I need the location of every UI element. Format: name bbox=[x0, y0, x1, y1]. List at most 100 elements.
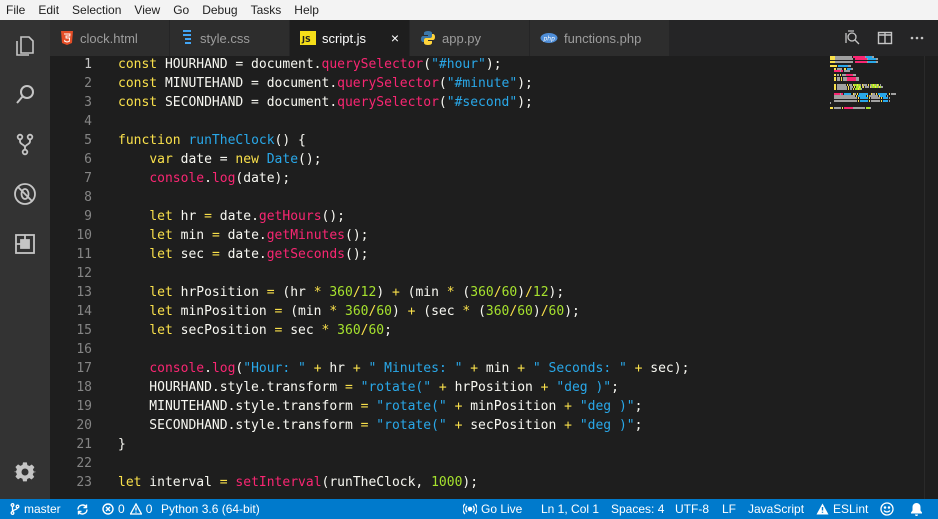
menu-edit[interactable]: Edit bbox=[38, 0, 59, 20]
line-code: const HOURHAND = document.querySelector(… bbox=[118, 56, 502, 74]
code-line[interactable]: 23 let interval = setInterval(runTheClock… bbox=[50, 473, 830, 492]
code-token: date. bbox=[219, 247, 267, 262]
tab-functions-php[interactable]: php functions.php bbox=[530, 20, 670, 56]
tab-style-css[interactable]: style.css bbox=[170, 20, 290, 56]
minimap-token bbox=[833, 106, 841, 109]
tab-script-js[interactable]: JS script.js × bbox=[290, 20, 410, 56]
menu-view[interactable]: View bbox=[134, 0, 160, 20]
code-line[interactable]: 20 SECONDHAND.style.transform = "rotate(… bbox=[50, 416, 830, 435]
code-line[interactable]: 15 let secPosition = sec * 360/60; bbox=[50, 321, 830, 340]
code-token: (runTheClock, bbox=[321, 475, 432, 490]
code-token: let bbox=[149, 209, 173, 224]
indentation[interactable]: Spaces: 4 bbox=[611, 499, 664, 519]
sync-icon[interactable] bbox=[76, 499, 93, 519]
code-line[interactable]: 1 const HOURHAND = document.querySelector… bbox=[50, 56, 830, 74]
code-line[interactable]: 8 bbox=[50, 188, 830, 207]
code-token: 360 bbox=[485, 304, 510, 319]
cursor-position[interactable]: Ln 1, Col 1 bbox=[541, 499, 599, 519]
branch-indicator[interactable]: master bbox=[10, 499, 61, 519]
code-line[interactable]: 10 let min = date.getMinutes(); bbox=[50, 226, 830, 245]
code-line[interactable]: 21} bbox=[50, 435, 830, 454]
code-token: " Seconds: " bbox=[532, 361, 627, 376]
language-mode[interactable]: JavaScript bbox=[748, 499, 804, 519]
code-line[interactable]: 6 var date = new Date(); bbox=[50, 150, 830, 169]
extensions-icon[interactable] bbox=[9, 228, 41, 260]
menu-help[interactable]: Help bbox=[294, 0, 319, 20]
code-line[interactable]: 19 MINUTEHAND.style.transform = "rotate(… bbox=[50, 397, 830, 416]
code-token: / bbox=[540, 304, 549, 319]
eslint-label: ESLint bbox=[833, 502, 869, 516]
python-icon bbox=[421, 31, 435, 45]
code-line[interactable]: 5 function runTheClock() { bbox=[50, 131, 830, 150]
code-line[interactable]: 17 console.log("Hour: " + hr + " Minutes… bbox=[50, 359, 830, 378]
more-actions-icon[interactable] bbox=[904, 25, 930, 51]
gear-icon[interactable] bbox=[9, 456, 41, 488]
code-token: "deg )" bbox=[579, 399, 635, 414]
code-line[interactable]: 18 HOURHAND.style.transform = "rotate(" … bbox=[50, 378, 830, 397]
tab-clock-html[interactable]: clock.html bbox=[50, 20, 170, 56]
code-token: hrPosition bbox=[172, 285, 267, 300]
code-line[interactable]: 14 let minPosition = (min * 360/60) + (s… bbox=[50, 302, 830, 321]
code-line[interactable]: 2 const MINUTEHAND = document.querySelect… bbox=[50, 74, 830, 93]
close-icon[interactable]: × bbox=[391, 30, 399, 46]
code-line[interactable]: 16 bbox=[50, 340, 830, 359]
code-line[interactable]: 3 const SECONDHAND = document.querySelect… bbox=[50, 93, 830, 112]
go-live-button[interactable]: Go Live bbox=[463, 499, 522, 519]
code-line[interactable]: 4 bbox=[50, 112, 830, 131]
line-code: let sec = date.getSeconds(); bbox=[118, 245, 368, 264]
code-token: SECONDHAND.style.transform bbox=[118, 418, 361, 433]
source-control-icon[interactable] bbox=[9, 128, 41, 160]
code-line[interactable]: 7 console.log(date); bbox=[50, 169, 830, 188]
search-icon[interactable] bbox=[9, 79, 41, 111]
line-number: 20 bbox=[76, 418, 92, 433]
minimap-token bbox=[853, 106, 866, 109]
menu-file[interactable]: File bbox=[6, 0, 25, 20]
code-line[interactable]: 13 let hrPosition = (hr * 360/12) + (min… bbox=[50, 283, 830, 302]
eslint-status[interactable]: ESLint bbox=[816, 499, 868, 519]
code-token: let bbox=[118, 475, 142, 490]
code-token: + bbox=[352, 361, 361, 376]
menu-selection[interactable]: Selection bbox=[72, 0, 121, 20]
explorer-icon[interactable] bbox=[9, 30, 41, 62]
tab-label: functions.php bbox=[564, 30, 642, 46]
code-token: var bbox=[149, 152, 173, 167]
line-code: SECONDHAND.style.transform = "rotate(" +… bbox=[118, 416, 642, 435]
python-interpreter[interactable]: Python 3.6 (64-bit) bbox=[161, 499, 260, 519]
code-line[interactable]: 12 bbox=[50, 264, 830, 283]
code-line[interactable]: 11 let sec = date.getSeconds(); bbox=[50, 245, 830, 264]
split-editor-icon[interactable] bbox=[872, 25, 898, 51]
minimap-token bbox=[849, 88, 853, 91]
code-editor[interactable]: 1 const HOURHAND = document.querySelector… bbox=[50, 56, 938, 499]
bell-icon[interactable] bbox=[910, 499, 927, 519]
smiley-icon[interactable] bbox=[880, 499, 898, 519]
code-token: ( bbox=[423, 57, 432, 72]
menu-go[interactable]: Go bbox=[173, 0, 189, 20]
line-number: 4 bbox=[84, 114, 92, 129]
minimap-token bbox=[833, 99, 857, 102]
minimap[interactable] bbox=[830, 56, 920, 116]
vertical-scrollbar[interactable] bbox=[924, 56, 938, 499]
line-number: 3 bbox=[84, 95, 92, 110]
problems-indicator[interactable]: 0 0 bbox=[102, 499, 152, 519]
code-token: ( bbox=[454, 285, 471, 300]
code-line[interactable]: 9 let hr = date.getHours(); bbox=[50, 207, 830, 226]
line-number: 12 bbox=[76, 266, 92, 281]
code-token: ) bbox=[376, 285, 392, 300]
open-changes-icon[interactable] bbox=[840, 25, 866, 51]
encoding[interactable]: UTF-8 bbox=[675, 499, 709, 519]
code-token: HOURHAND.style.transform bbox=[118, 380, 345, 395]
code-token: let bbox=[149, 228, 173, 243]
end-of-line[interactable]: LF bbox=[722, 499, 736, 519]
tab-app-py[interactable]: app.py bbox=[410, 20, 530, 56]
line-code: function runTheClock() { bbox=[118, 131, 306, 150]
code-line[interactable]: 22 bbox=[50, 454, 830, 473]
menu-tasks[interactable]: Tasks bbox=[251, 0, 282, 20]
minimap-token bbox=[837, 88, 848, 91]
code-token: setInterval bbox=[235, 475, 322, 490]
debug-icon[interactable] bbox=[9, 178, 41, 210]
menu-debug[interactable]: Debug bbox=[202, 0, 237, 20]
